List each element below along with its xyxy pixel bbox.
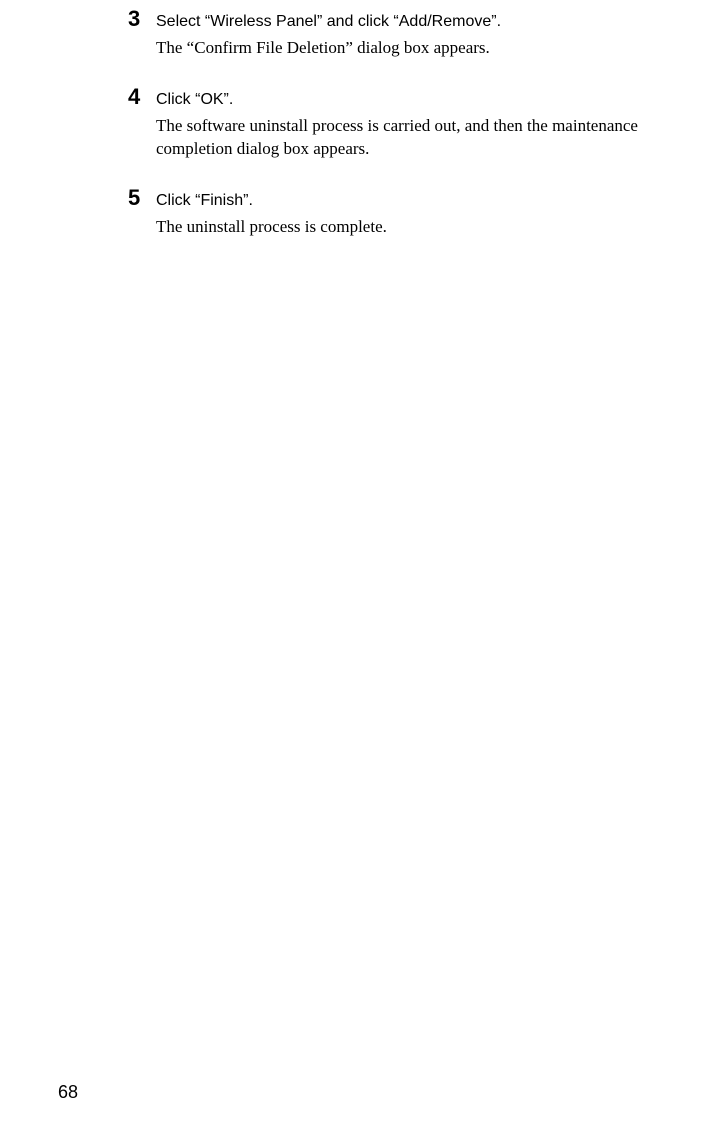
step-title: Click “OK”. — [156, 90, 233, 109]
step-head: 3 Select “Wireless Panel” and click “Add… — [128, 8, 703, 31]
step-body: The “Confirm File Deletion” dialog box a… — [156, 37, 703, 60]
step-number: 3 — [128, 8, 156, 30]
step-title: Select “Wireless Panel” and click “Add/R… — [156, 12, 501, 31]
step-number: 4 — [128, 86, 156, 108]
step-head: 5 Click “Finish”. — [128, 187, 703, 210]
step-head: 4 Click “OK”. — [128, 86, 703, 109]
step-number: 5 — [128, 187, 156, 209]
page-number: 68 — [58, 1082, 78, 1103]
step-body: The uninstall process is complete. — [156, 216, 703, 239]
step-title: Click “Finish”. — [156, 191, 253, 210]
step-body: The software uninstall process is carrie… — [156, 115, 703, 161]
step-4: 4 Click “OK”. The software uninstall pro… — [128, 86, 703, 161]
step-5: 5 Click “Finish”. The uninstall process … — [128, 187, 703, 239]
page-content: 3 Select “Wireless Panel” and click “Add… — [0, 0, 713, 239]
step-3: 3 Select “Wireless Panel” and click “Add… — [128, 8, 703, 60]
